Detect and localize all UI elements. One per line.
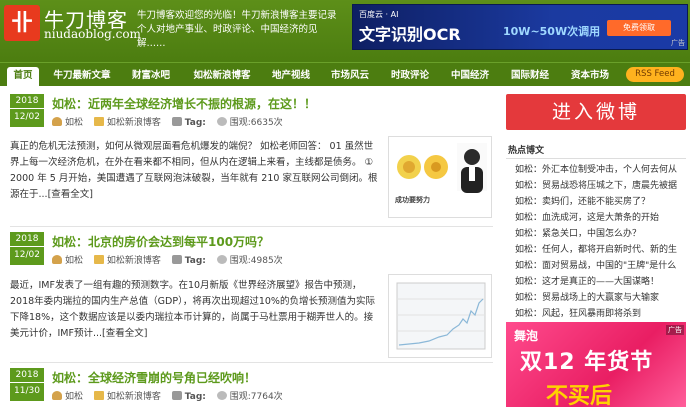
enter-weibo-button[interactable]: 进入微博 (506, 94, 686, 130)
ad-label: 广告 (671, 39, 685, 47)
post-author[interactable]: 如松 (65, 392, 83, 402)
nav-item-politics[interactable]: 时政评论 (385, 67, 435, 87)
post-tag-label: Tag: (184, 118, 206, 128)
author-icon (52, 391, 62, 400)
post-views: 围观:4985次 (229, 256, 283, 266)
sidebar-ad-subline: 不买后 (546, 384, 613, 407)
post-title[interactable]: 如松：北京的房价会达到每平100万吗？ (52, 233, 269, 250)
hot-post-link[interactable]: 如松：面对贸易战，中国的"王牌"是什么 (515, 258, 687, 274)
views-icon (216, 391, 227, 400)
top-banner-ad[interactable]: 百度云 · AI 文字识别OCR 10W~50W次调用 免费领取 广告 (352, 4, 688, 50)
post-views: 围观:7764次 (229, 392, 283, 402)
read-more-link[interactable]: [查看全文] (48, 189, 93, 200)
hot-post-link[interactable]: 如松：血洗成河，这是大萧条的开始 (515, 210, 687, 226)
folder-icon (93, 255, 104, 264)
sidebar-ad-headline: 双12 年货节 (520, 350, 654, 375)
folder-icon (93, 391, 104, 400)
folder-icon (93, 117, 104, 126)
post-divider (10, 226, 493, 227)
post-year: 2018 (10, 232, 44, 247)
ad-subtitle: 10W~50W次调用 (503, 25, 601, 38)
sidebar-ad-logo: 舞泡 (514, 329, 539, 343)
post-divider (10, 362, 493, 363)
hot-posts-list: 如松：外汇本位制受冲击，个人何去何从 如松：贸易战恐将压城之下，唐晨先被据 如松… (515, 162, 687, 322)
hot-post-link[interactable]: 如松：紧急关口，中国怎么办？ (515, 226, 687, 242)
tag-icon (171, 391, 182, 400)
post-year: 2018 (10, 368, 44, 383)
post-month-day: 11/30 (14, 386, 40, 396)
post-meta: 如松 如松新浪博客 Tag: 围观:6635次 (52, 115, 291, 128)
hot-post-link[interactable]: 如松：卖妈们，还能不能买房了？ (515, 194, 687, 210)
post-thumbnail[interactable] (388, 274, 492, 358)
hot-post-link[interactable]: 如松：外汇本位制受冲击，个人何去何从 (515, 162, 687, 178)
rss-feed-button[interactable]: RSS Feed (626, 67, 684, 82)
post-category[interactable]: 如松新浪博客 (107, 256, 161, 266)
post-date-badge: 2018 11/30 (10, 368, 44, 401)
nav-item-property[interactable]: 地产视线 (266, 67, 316, 87)
nav-item-intl-finance[interactable]: 国际财经 (505, 67, 555, 87)
post-author[interactable]: 如松 (65, 118, 83, 128)
post-date-badge: 2018 12/02 (10, 232, 44, 265)
thumbnail-image (397, 143, 487, 193)
post-item: 2018 12/02 如松：近两年全球经济增长不振的根源，在这！！ 如松 如松新… (10, 94, 493, 218)
tag-icon (171, 255, 182, 264)
author-icon (52, 117, 62, 126)
hot-post-link[interactable]: 如松：任何人，都将开启新时代、新的生 (515, 242, 687, 258)
nav-item-home[interactable]: 首页 (7, 67, 39, 87)
ad-cta-button[interactable]: 免费领取 (607, 20, 671, 36)
post-excerpt: 最近，IMF发表了一组有趣的预测数字。在10月新版《世界经济展望》报告中预测，2… (10, 278, 378, 342)
post-meta: 如松 如松新浪博客 Tag: 围观:7764次 (52, 389, 291, 402)
excerpt-text: 最近，IMF发表了一组有趣的预测数字。在10月新版《世界经济展望》报告中预测，2… (10, 280, 375, 339)
views-icon (216, 117, 227, 126)
nav-item-sina-blog[interactable]: 如松新浪博客 (186, 67, 258, 87)
post-title[interactable]: 如松：全球经济雪崩的号角已经吹响！ (52, 369, 256, 386)
nav-item-latest[interactable]: 牛刀最新文章 (46, 67, 118, 87)
site-domain[interactable]: niudaoblog.com (44, 27, 141, 41)
nav-item-capital-market[interactable]: 资本市场 (565, 67, 615, 87)
site-description: 牛刀博客欢迎您的光临！牛刀新浪博客主要记录个人对地产事业、时政评论、中国经济的见… (137, 10, 337, 49)
post-tag-label: Tag: (184, 256, 206, 266)
post-excerpt: 真正的危机无法预测，如何从微观层面看危机爆发的端倪？ 如松老师回答： 01 虽然… (10, 139, 378, 203)
post-month-day: 12/02 (14, 250, 40, 260)
nav-item-market[interactable]: 市场风云 (325, 67, 375, 87)
thumbnail-caption: 成功要努力 (395, 196, 430, 204)
post-author[interactable]: 如松 (65, 256, 83, 266)
post-category[interactable]: 如松新浪博客 (107, 118, 161, 128)
ad-brand: 百度云 · AI (359, 10, 399, 19)
post-meta: 如松 如松新浪博客 Tag: 围观:4985次 (52, 253, 291, 266)
post-year: 2018 (10, 94, 44, 109)
post-title[interactable]: 如松：近两年全球经济增长不振的根源，在这！！ (52, 95, 316, 112)
post-thumbnail[interactable]: 成功要努力 (388, 136, 492, 218)
post-month-day: 12/02 (14, 112, 40, 122)
post-views: 围观:6635次 (229, 118, 283, 128)
ad-title: 文字识别OCR (359, 25, 461, 44)
nav-item-caifu[interactable]: 财富冰吧 (126, 67, 176, 87)
hot-post-link[interactable]: 如松：贸易战恐将压城之下，唐晨先被据 (515, 178, 687, 194)
tag-icon (171, 117, 182, 126)
main-nav: 首页 牛刀最新文章 财富冰吧 如松新浪博客 地产视线 市场风云 时政评论 中国经… (0, 62, 690, 87)
hot-post-link[interactable]: 如松：这才是真正的——大国谋略！ (515, 274, 687, 290)
hot-posts-divider (506, 158, 686, 159)
post-item: 2018 11/30 如松：全球经济雪崩的号角已经吹响！ 如松 如松新浪博客 T… (10, 368, 493, 407)
post-item: 2018 12/02 如松：北京的房价会达到每平100万吗？ 如松 如松新浪博客… (10, 232, 493, 358)
site-logo-icon[interactable]: 卝 (4, 5, 40, 41)
nav-item-china-economy[interactable]: 中国经济 (445, 67, 495, 87)
site-header: 卝 牛刀博客 niudaoblog.com 牛刀博客欢迎您的光临！牛刀新浪博客主… (0, 0, 690, 62)
post-tag-label: Tag: (184, 392, 206, 402)
hot-posts-title: 热点博文 (508, 146, 545, 156)
sidebar-ad[interactable]: 舞泡 广告 双12 年货节 不买后 (506, 322, 686, 407)
author-icon (52, 255, 62, 264)
read-more-link[interactable]: [查看全文] (102, 328, 147, 339)
hot-post-link[interactable]: 如松：风起，狂风暴雨即将杀到 (515, 306, 687, 322)
chart-thumbnail-image (396, 282, 486, 350)
sidebar-ad-label: 广告 (666, 325, 684, 335)
views-icon (216, 255, 227, 264)
post-category[interactable]: 如松新浪博客 (107, 392, 161, 402)
post-date-badge: 2018 12/02 (10, 94, 44, 127)
hot-post-link[interactable]: 如松：贸易战场上的大赢家与大输家 (515, 290, 687, 306)
